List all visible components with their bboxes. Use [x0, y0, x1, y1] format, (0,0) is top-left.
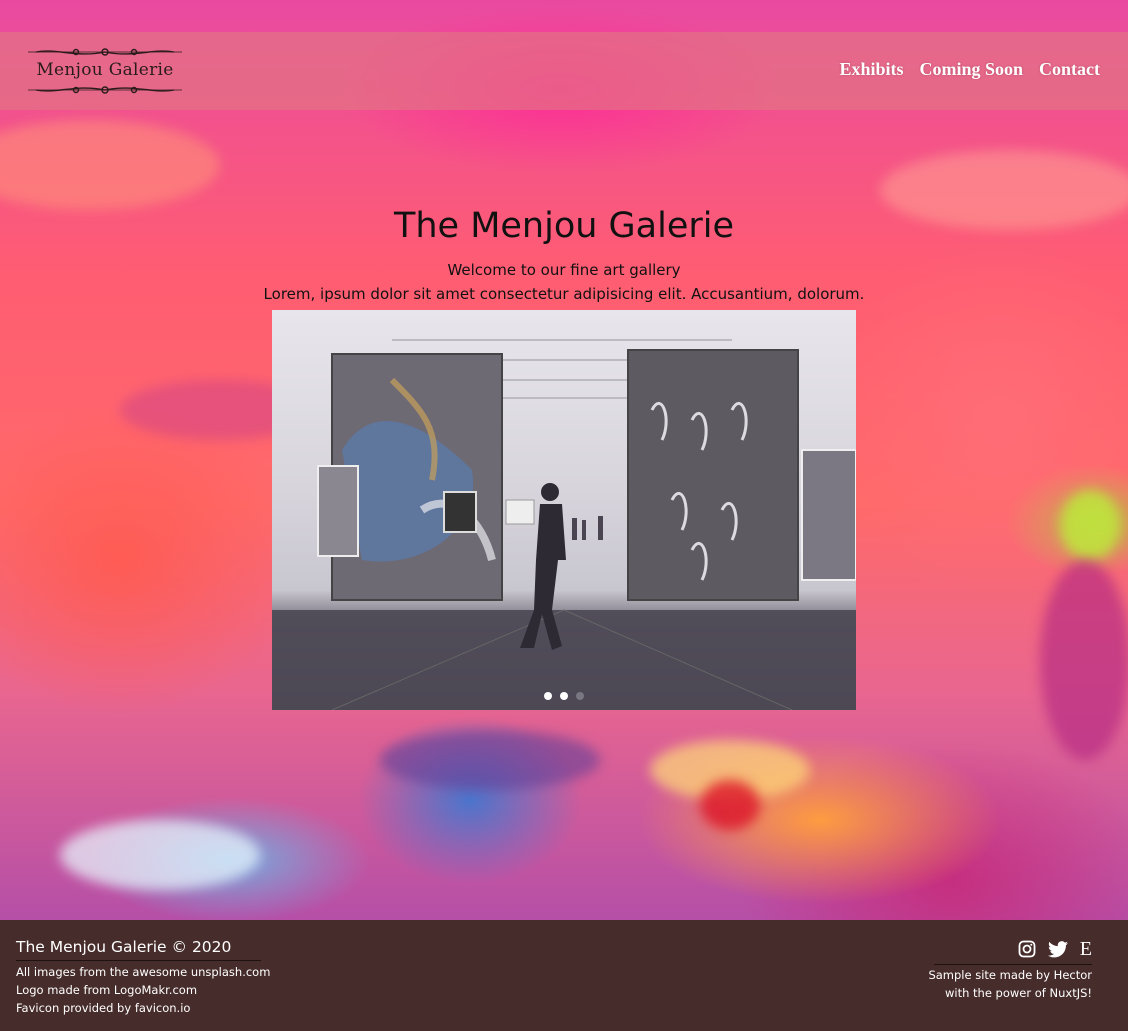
footer-credits: All images from the awesome unsplash.com… — [16, 963, 270, 1017]
made-by-line-1[interactable]: Sample site made by Hector — [928, 966, 1092, 984]
credit-favicon[interactable]: Favicon provided by favicon.io — [16, 999, 270, 1017]
credit-unsplash[interactable]: All images from the awesome unsplash.com — [16, 963, 270, 981]
etsy-icon[interactable]: E — [1080, 939, 1092, 959]
nav-link-coming-soon[interactable]: Coming Soon — [919, 59, 1023, 80]
carousel-indicators — [272, 692, 856, 700]
twitter-icon[interactable] — [1047, 940, 1068, 958]
site-header: Menjou Galerie Exhibits Coming Soon Cont… — [0, 32, 1128, 110]
social-links: E — [928, 938, 1092, 960]
footer-right: E Sample site made by Hector with the po… — [928, 938, 1092, 1002]
image-carousel[interactable] — [272, 310, 856, 710]
site-footer: The Menjou Galerie © 2020 All images fro… — [0, 920, 1128, 1031]
site-logo[interactable]: Menjou Galerie — [26, 46, 184, 96]
nav-link-contact[interactable]: Contact — [1039, 59, 1100, 80]
footer-divider — [16, 960, 261, 961]
main-nav: Exhibits Coming Soon Contact — [839, 59, 1100, 80]
instagram-icon[interactable] — [1018, 940, 1036, 958]
carousel-dot-3[interactable] — [576, 692, 584, 700]
hero-subtitle: Welcome to our fine art gallery — [447, 261, 681, 279]
made-by-line-2[interactable]: with the power of NuxtJS! — [928, 984, 1092, 1002]
carousel-dot-1[interactable] — [544, 692, 552, 700]
page-title: The Menjou Galerie — [393, 206, 735, 246]
carousel-dot-2[interactable] — [560, 692, 568, 700]
made-by-text: Sample site made by Hector with the powe… — [928, 966, 1092, 1002]
logo-text: Menjou Galerie — [36, 60, 174, 80]
hero-description: Lorem, ipsum dolor sit amet consectetur … — [263, 285, 865, 303]
credit-logomakr[interactable]: Logo made from LogoMakr.com — [16, 981, 270, 999]
gallery-photo — [272, 339, 856, 710]
footer-right-divider — [934, 964, 1092, 965]
nav-link-exhibits[interactable]: Exhibits — [839, 59, 903, 80]
footer-title: The Menjou Galerie © 2020 — [16, 938, 232, 956]
